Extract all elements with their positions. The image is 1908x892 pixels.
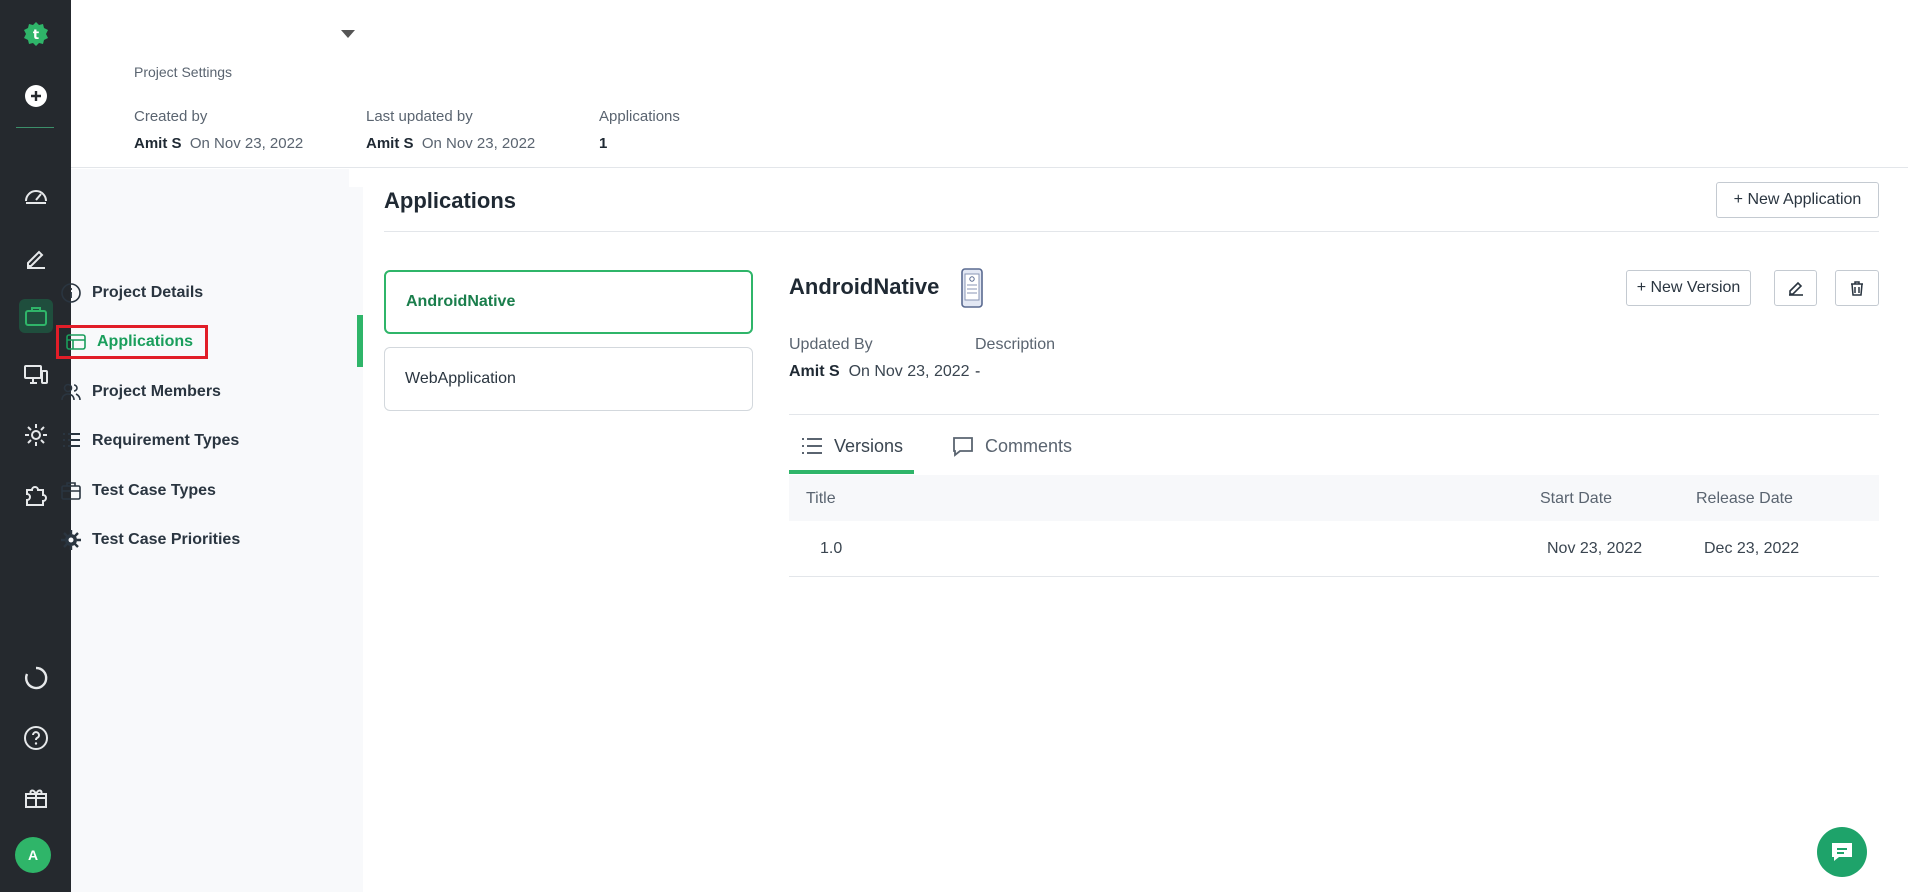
description-label: Description: [975, 336, 1056, 353]
sidebar-item-project-members[interactable]: Project Members: [60, 375, 221, 409]
gift-icon[interactable]: [0, 776, 71, 820]
logo-icon[interactable]: t: [0, 12, 71, 56]
active-tab-underline: [789, 470, 914, 474]
delete-button[interactable]: [1835, 270, 1879, 306]
applications-icon: [66, 334, 86, 350]
dashboard-icon[interactable]: [0, 174, 71, 218]
created-by-label: Created by: [134, 108, 208, 125]
help-icon[interactable]: [0, 716, 71, 760]
tab-comments[interactable]: Comments: [951, 418, 1072, 474]
app-card-androidnative[interactable]: AndroidNative: [384, 270, 753, 334]
sidebar-item-test-case-priorities[interactable]: Test Case Priorities: [60, 523, 240, 557]
app-updated-by-name: Amit S: [789, 363, 840, 380]
column-title: Title: [806, 490, 836, 507]
sidebar-item-requirement-types[interactable]: Requirement Types: [60, 424, 239, 458]
trash-icon: [1851, 281, 1863, 296]
column-release-date: Release Date: [1696, 490, 1793, 507]
sidebar-item-applications[interactable]: Applications: [56, 325, 209, 359]
tab-versions[interactable]: Versions: [800, 418, 903, 474]
applications-count-label: Applications: [599, 108, 680, 125]
sidebar-item-test-case-types[interactable]: Test Case Types: [60, 474, 216, 508]
divider: [384, 231, 1879, 232]
edit-button[interactable]: [1774, 270, 1817, 306]
description-value: -: [975, 363, 981, 380]
project-header: Project Settings Created by Amit S On No…: [71, 0, 1908, 168]
updated-by-name: Amit S: [366, 135, 414, 152]
info-icon: [61, 283, 81, 303]
chat-widget-button[interactable]: [1817, 827, 1867, 877]
column-start-date: Start Date: [1540, 490, 1613, 507]
sidebar-item-label: Test Case Types: [92, 482, 216, 499]
tab-label: Comments: [985, 435, 1073, 456]
mobile-phone-icon: [960, 268, 984, 313]
row-start-date: Nov 23, 2022: [1547, 540, 1643, 557]
sidebar-item-label: Project Members: [92, 383, 221, 400]
app-updated-by-date: On Nov 23, 2022: [848, 363, 970, 380]
sidebar-item-label: Requirement Types: [92, 432, 240, 449]
sidebar-item-project-details[interactable]: Project Details: [60, 276, 203, 310]
gear-icon: [61, 530, 81, 550]
pencil-icon[interactable]: [0, 236, 71, 280]
created-by-block: Created by Amit S On Nov 23, 2022: [134, 108, 303, 152]
tab-label: Versions: [834, 435, 904, 456]
active-indicator: [357, 315, 363, 367]
versions-table-header: Title Start Date Release Date: [789, 475, 1879, 521]
row-release-date: Dec 23, 2022: [1704, 540, 1800, 557]
updated-by-label: Last updated by: [366, 108, 473, 125]
divider: [789, 414, 1879, 415]
list-icon: [63, 433, 80, 447]
applications-count-block: Applications 1: [599, 108, 680, 152]
app-updated-by-value: Amit S On Nov 23, 2022: [789, 363, 970, 381]
sidebar-item-label: Test Case Priorities: [92, 531, 241, 548]
edit-pencil-icon: [1788, 281, 1803, 296]
page-title: Applications: [384, 188, 517, 213]
applications-count-value: 1: [599, 135, 608, 152]
new-application-button[interactable]: + New Application: [1716, 182, 1879, 218]
created-by-date: On Nov 23, 2022: [189, 135, 304, 152]
breadcrumb[interactable]: Project Settings: [134, 64, 232, 80]
members-icon: [61, 383, 81, 401]
app-card-webapplication[interactable]: WebApplication: [384, 347, 753, 411]
svg-text:t: t: [32, 28, 38, 43]
sidebar-item-label: Applications: [97, 333, 194, 350]
sidebar-item-label: Project Details: [92, 284, 204, 301]
user-avatar[interactable]: A: [15, 837, 51, 873]
updated-by-block: Last updated by Amit S On Nov 23, 2022: [366, 108, 535, 152]
row-title[interactable]: 1.0: [820, 540, 842, 558]
updated-by-date: On Nov 23, 2022: [421, 135, 536, 152]
rail-divider: [16, 127, 54, 128]
app-detail-title: AndroidNative: [789, 274, 940, 299]
comment-icon: [953, 437, 973, 457]
loading-icon[interactable]: [0, 656, 71, 700]
add-icon[interactable]: [0, 74, 71, 118]
created-by-name: Amit S: [134, 135, 182, 152]
project-dropdown-caret-icon[interactable]: [341, 30, 355, 38]
updated-by-label: Updated By: [789, 336, 873, 353]
list-icon: [802, 438, 822, 454]
briefcase-icon: [61, 482, 81, 500]
chat-icon: [1832, 843, 1852, 861]
table-row[interactable]: 1.0 Nov 23, 2022 Dec 23, 2022: [789, 521, 1879, 577]
new-version-button[interactable]: + New Version: [1626, 270, 1751, 306]
